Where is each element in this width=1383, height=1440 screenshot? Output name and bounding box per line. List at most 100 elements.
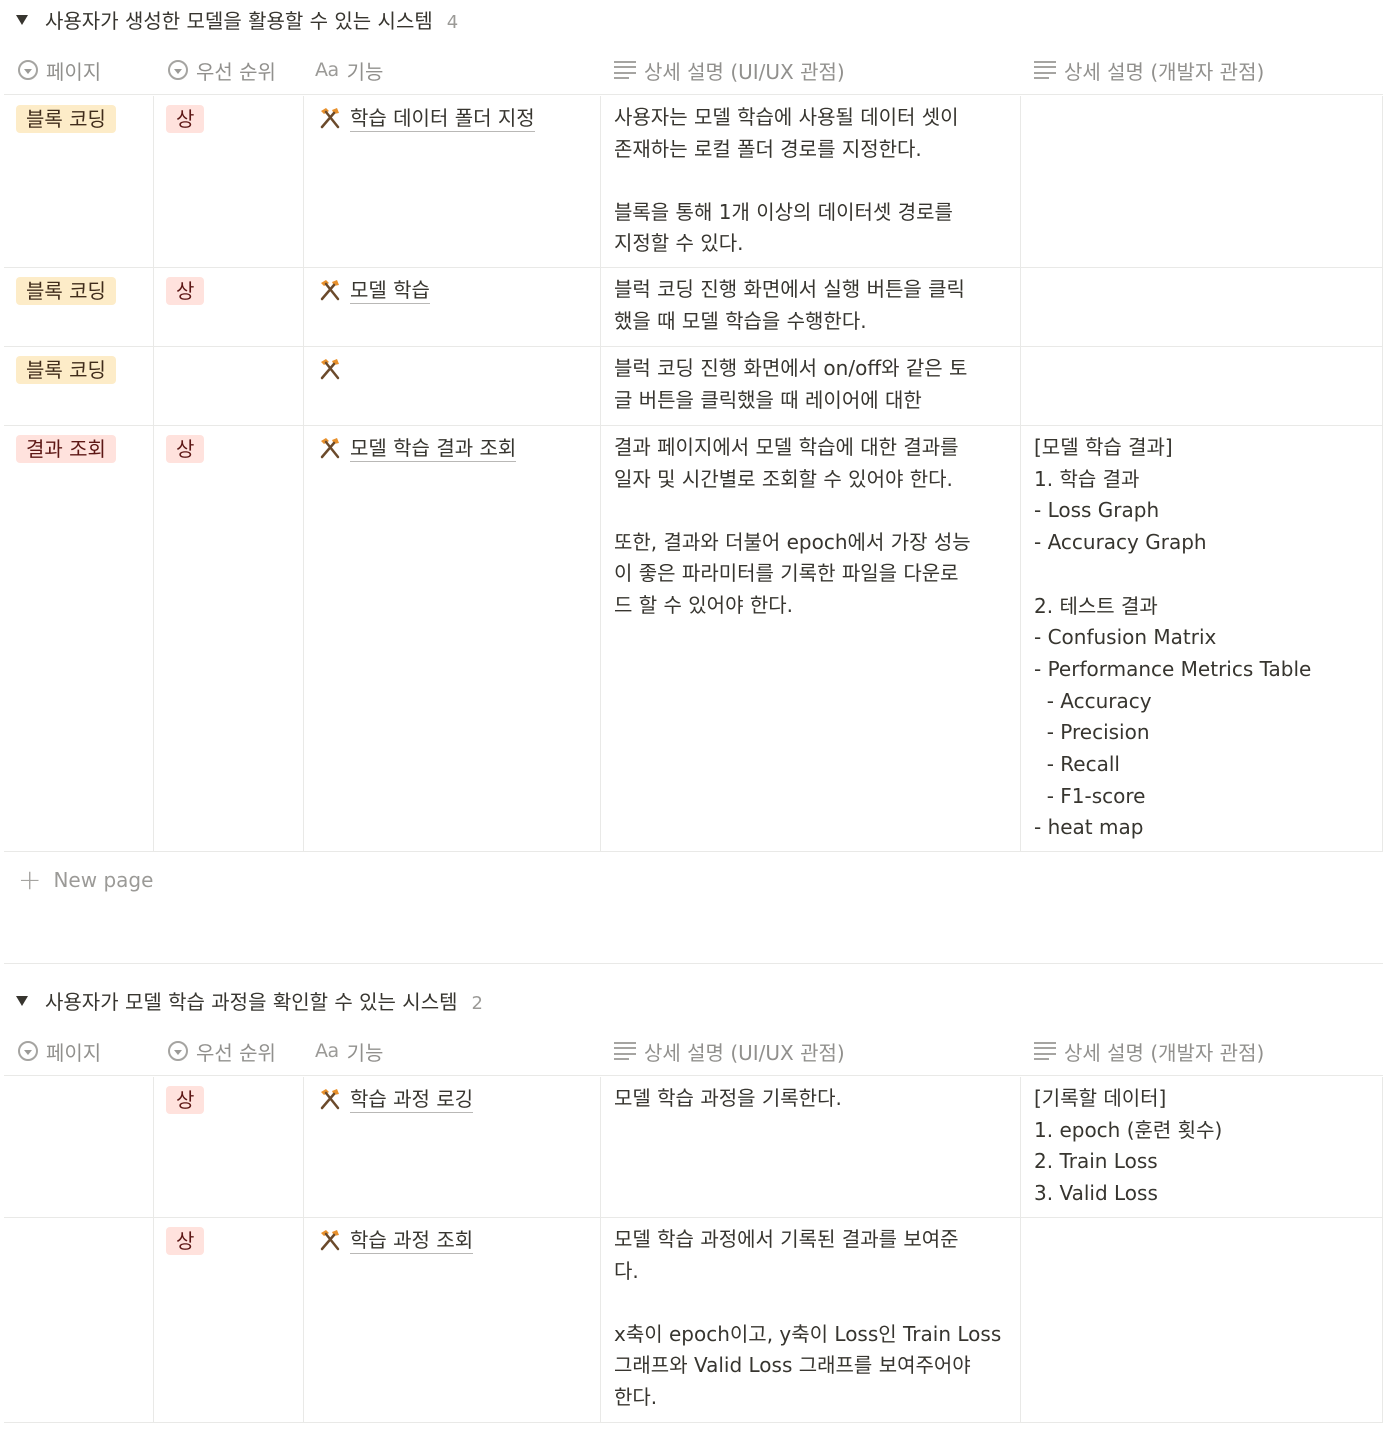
column-header-page[interactable]: 페이지 bbox=[18, 1026, 101, 1076]
new-page-button[interactable]: + New page bbox=[18, 865, 153, 895]
group-count: 4 bbox=[446, 12, 459, 33]
column-header-ux[interactable]: 상세 설명 (UI/UX 관점) bbox=[614, 45, 845, 95]
collapse-toggle-icon[interactable] bbox=[14, 993, 30, 1009]
hammer-pick-icon bbox=[320, 108, 340, 129]
priority-tag: 상 bbox=[166, 1086, 205, 1114]
cell-page[interactable] bbox=[4, 1218, 154, 1422]
ux-description: 결과 페이지에서 모델 학습에 대한 결과를 일자 및 시간별로 조회할 수 있… bbox=[614, 435, 971, 617]
select-property-icon bbox=[168, 60, 188, 80]
cell-dev[interactable] bbox=[1021, 268, 1383, 346]
group-header[interactable]: 사용자가 모델 학습 과정을 확인할 수 있는 시스템 2 bbox=[0, 981, 1383, 1021]
table-row[interactable]: 상 학습 과정 조회 모델 학습 과정에서 기록된 결과를 보여준 다. x축이… bbox=[4, 1218, 1383, 1423]
cell-ux[interactable]: 블럭 코딩 진행 화면에서 실행 버튼을 클릭 했을 때 모델 학습을 수행한다… bbox=[601, 268, 1021, 346]
column-header-priority[interactable]: 우선 순위 bbox=[168, 1026, 276, 1076]
cell-dev[interactable] bbox=[1021, 1218, 1383, 1422]
cell-function[interactable]: 학습 데이터 폴더 지정 bbox=[304, 96, 601, 267]
priority-tag: 상 bbox=[166, 105, 205, 133]
cell-ux[interactable]: 블럭 코딩 진행 화면에서 on/off와 같은 토 글 버튼을 클릭했을 때 … bbox=[601, 347, 1021, 425]
cell-ux[interactable]: 결과 페이지에서 모델 학습에 대한 결과를 일자 및 시간별로 조회할 수 있… bbox=[601, 426, 1021, 851]
new-page-label: New page bbox=[53, 868, 154, 892]
page-tag: 블록 코딩 bbox=[16, 105, 116, 133]
cell-dev[interactable]: [모델 학습 결과] 1. 학습 결과 - Loss Graph - Accur… bbox=[1021, 426, 1383, 851]
table-row[interactable]: 상 학습 과정 로깅 모델 학습 과정을 기록한다. [기록할 데이터] 1. … bbox=[4, 1077, 1383, 1218]
column-header-priority[interactable]: 우선 순위 bbox=[168, 45, 276, 95]
cell-page[interactable]: 블록 코딩 bbox=[4, 96, 154, 267]
ux-description: 모델 학습 과정을 기록한다. bbox=[614, 1086, 842, 1110]
dev-description: [기록할 데이터] 1. epoch (훈련 횟수) 2. Train Loss… bbox=[1034, 1086, 1223, 1206]
page-tag: 블록 코딩 bbox=[16, 356, 116, 384]
cell-dev[interactable] bbox=[1021, 347, 1383, 425]
column-label: 기능 bbox=[346, 59, 384, 84]
ux-description: 사용자는 모델 학습에 사용될 데이터 셋이 존재하는 로컬 폴더 경로를 지정… bbox=[614, 105, 959, 255]
cell-page[interactable]: 결과 조회 bbox=[4, 426, 154, 851]
collapse-toggle-icon[interactable] bbox=[14, 12, 30, 28]
column-label: 우선 순위 bbox=[196, 1040, 276, 1065]
cell-page[interactable]: 블록 코딩 bbox=[4, 268, 154, 346]
page-tag: 블록 코딩 bbox=[16, 277, 116, 305]
function-title-link[interactable]: 학습 데이터 폴더 지정 bbox=[350, 105, 535, 132]
cell-priority[interactable]: 상 bbox=[154, 268, 304, 346]
cell-page[interactable]: 블록 코딩 bbox=[4, 347, 154, 425]
function-title-link[interactable]: 학습 과정 조회 bbox=[350, 1227, 474, 1254]
cell-function[interactable]: 모델 학습 bbox=[304, 268, 601, 346]
cell-ux[interactable]: 모델 학습 과정을 기록한다. bbox=[601, 1077, 1021, 1217]
cell-priority[interactable]: 상 bbox=[154, 1218, 304, 1422]
cell-ux[interactable]: 사용자는 모델 학습에 사용될 데이터 셋이 존재하는 로컬 폴더 경로를 지정… bbox=[601, 96, 1021, 267]
cell-page[interactable] bbox=[4, 1077, 154, 1217]
cell-function[interactable]: 학습 과정 조회 bbox=[304, 1218, 601, 1422]
function-title-link[interactable]: 학습 과정 로깅 bbox=[350, 1086, 474, 1113]
column-header-ux[interactable]: 상세 설명 (UI/UX 관점) bbox=[614, 1026, 845, 1076]
column-label: 상세 설명 (UI/UX 관점) bbox=[644, 1040, 845, 1065]
group-header[interactable]: 사용자가 생성한 모델을 활용할 수 있는 시스템 4 bbox=[0, 0, 1383, 40]
group-divider bbox=[4, 963, 1383, 964]
column-header-dev[interactable]: 상세 설명 (개발자 관점) bbox=[1034, 45, 1264, 95]
table-row[interactable]: 블록 코딩 상 모델 학습 블럭 코딩 진행 화면에서 실행 버튼을 클릭 했을… bbox=[4, 268, 1383, 347]
column-label: 상세 설명 (개발자 관점) bbox=[1064, 59, 1265, 84]
text-property-icon bbox=[614, 61, 636, 79]
group-title: 사용자가 모델 학습 과정을 확인할 수 있는 시스템 2 bbox=[45, 990, 483, 1016]
column-header-function[interactable]: Aa 기능 bbox=[315, 1026, 383, 1076]
group-title-text: 사용자가 생성한 모델을 활용할 수 있는 시스템 bbox=[45, 9, 433, 33]
column-label: 상세 설명 (UI/UX 관점) bbox=[644, 59, 845, 84]
text-property-icon bbox=[614, 1042, 636, 1060]
ux-description: 블럭 코딩 진행 화면에서 on/off와 같은 토 글 버튼을 클릭했을 때 … bbox=[614, 356, 968, 412]
function-title-link[interactable]: 모델 학습 bbox=[350, 277, 430, 304]
title-property-icon: Aa bbox=[315, 59, 339, 81]
cell-ux[interactable]: 모델 학습 과정에서 기록된 결과를 보여준 다. x축이 epoch이고, y… bbox=[601, 1218, 1021, 1422]
function-title-link[interactable]: 모델 학습 결과 조회 bbox=[350, 435, 517, 462]
cell-priority[interactable] bbox=[154, 347, 304, 425]
plus-icon: + bbox=[18, 863, 42, 896]
column-header-row: 페이지 우선 순위 Aa 기능 상세 설명 (UI/UX 관점) 상세 설명 (… bbox=[4, 1026, 1383, 1076]
cell-function[interactable]: 학습 과정 로깅 bbox=[304, 1077, 601, 1217]
hammer-pick-icon bbox=[320, 280, 340, 301]
select-property-icon bbox=[168, 1041, 188, 1061]
cell-dev[interactable] bbox=[1021, 96, 1383, 267]
group-title-text: 사용자가 모델 학습 과정을 확인할 수 있는 시스템 bbox=[45, 990, 458, 1014]
group-count: 2 bbox=[471, 993, 483, 1014]
column-header-dev[interactable]: 상세 설명 (개발자 관점) bbox=[1034, 1026, 1264, 1076]
table-row[interactable]: 결과 조회 상 모델 학습 결과 조회 결과 페이지에서 모델 학습에 대한 결… bbox=[4, 426, 1383, 852]
ux-description: 블럭 코딩 진행 화면에서 실행 버튼을 클릭 했을 때 모델 학습을 수행한다… bbox=[614, 277, 965, 333]
ux-description: 모델 학습 과정에서 기록된 결과를 보여준 다. x축이 epoch이고, y… bbox=[614, 1227, 1002, 1409]
cell-priority[interactable]: 상 bbox=[154, 1077, 304, 1217]
table-row[interactable]: 블록 코딩 블럭 코딩 진행 화면에서 on/off와 같은 토 글 버튼을 클… bbox=[4, 347, 1383, 426]
column-header-function[interactable]: Aa 기능 bbox=[315, 45, 383, 95]
cell-dev[interactable]: [기록할 데이터] 1. epoch (훈련 횟수) 2. Train Loss… bbox=[1021, 1077, 1383, 1217]
hammer-pick-icon bbox=[320, 438, 340, 459]
select-property-icon bbox=[18, 1041, 38, 1061]
cell-function[interactable]: 모델 학습 결과 조회 bbox=[304, 426, 601, 851]
hammer-pick-icon bbox=[320, 359, 340, 380]
text-property-icon bbox=[1034, 61, 1056, 79]
column-header-page[interactable]: 페이지 bbox=[18, 45, 101, 95]
cell-priority[interactable]: 상 bbox=[154, 426, 304, 851]
column-label: 우선 순위 bbox=[196, 59, 276, 84]
cell-function[interactable] bbox=[304, 347, 601, 425]
column-label: 기능 bbox=[346, 1040, 384, 1065]
priority-tag: 상 bbox=[166, 1227, 205, 1255]
cell-priority[interactable]: 상 bbox=[154, 96, 304, 267]
priority-tag: 상 bbox=[166, 435, 205, 463]
table-row[interactable]: 블록 코딩 상 학습 데이터 폴더 지정 사용자는 모델 학습에 사용될 데이터… bbox=[4, 96, 1383, 268]
column-label: 상세 설명 (개발자 관점) bbox=[1064, 1040, 1265, 1065]
page-tag: 결과 조회 bbox=[16, 435, 116, 463]
column-label: 페이지 bbox=[46, 59, 102, 84]
